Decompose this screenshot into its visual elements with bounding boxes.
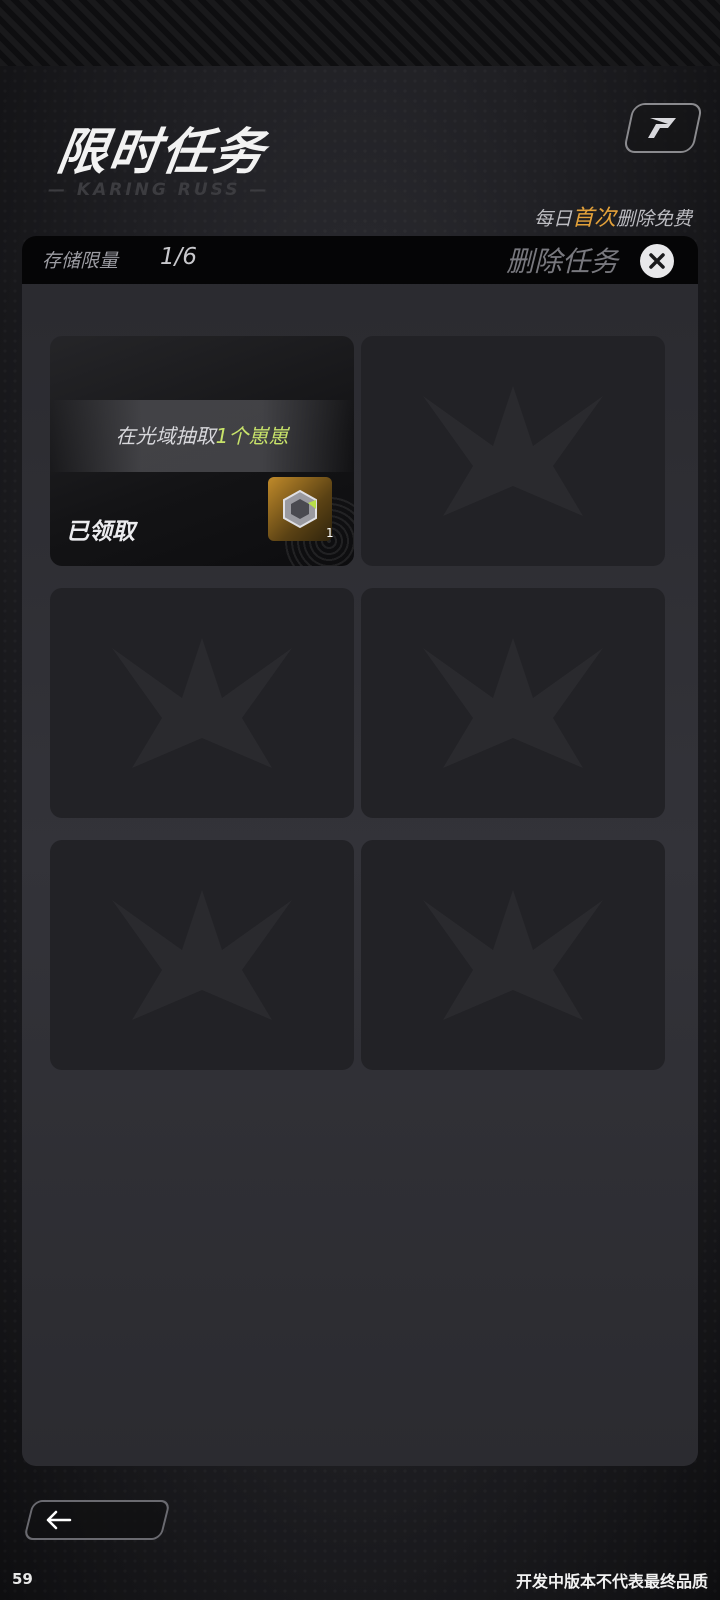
empty-task-slot[interactable]	[361, 336, 665, 566]
emblem-watermark-icon	[112, 890, 292, 1020]
task-description-highlight: 1个崽崽	[215, 424, 289, 448]
emblem-watermark-icon	[423, 890, 603, 1020]
empty-task-slot[interactable]	[361, 840, 665, 1070]
daily-note-suffix: 删除免费	[615, 208, 692, 230]
delete-task-label[interactable]: 删除任务	[506, 240, 618, 280]
emblem-watermark-icon	[423, 386, 603, 516]
daily-note-highlight: 首次	[571, 206, 616, 231]
panel-header: 存储限量 1/6 删除任务	[22, 236, 698, 284]
storage-label: 存储限量	[42, 250, 119, 272]
build-disclaimer: 开发中版本不代表最终品质	[515, 1572, 708, 1591]
arrow-left-icon	[46, 1510, 72, 1530]
delete-task-button[interactable]	[640, 244, 674, 278]
storage-value: 1/6	[160, 244, 198, 270]
daily-note-prefix: 每日	[533, 208, 572, 230]
empty-task-slot[interactable]	[50, 588, 354, 818]
emblem-watermark-icon	[423, 638, 603, 768]
daily-free-note: 每日首次删除免费	[534, 200, 692, 232]
task-description: 在光域抽取1个崽崽	[50, 420, 354, 449]
brand-logo-button[interactable]	[622, 103, 704, 153]
task-card[interactable]: 在光域抽取1个崽崽 已领取 1	[50, 336, 354, 566]
page-subtitle: — KARING RUSS —	[48, 180, 270, 200]
task-status: 已领取	[66, 519, 135, 545]
fps-counter: 59	[12, 1570, 33, 1588]
task-panel: 存储限量 1/6 删除任务 在光域抽取1个崽崽 已领取 1	[22, 236, 698, 1466]
top-pattern-strip	[0, 0, 720, 66]
empty-task-slot[interactable]	[361, 588, 665, 818]
gem-crate-icon	[283, 489, 317, 529]
page-title: 限时任务	[53, 123, 270, 181]
reward-item[interactable]	[268, 477, 332, 541]
back-button[interactable]	[23, 1500, 171, 1540]
task-description-prefix: 在光域抽取	[115, 424, 216, 448]
reward-count: 1	[326, 526, 334, 540]
brand-logo-icon	[648, 118, 676, 138]
emblem-watermark-icon	[112, 638, 292, 768]
close-icon	[649, 253, 665, 269]
empty-task-slot[interactable]	[50, 840, 354, 1070]
